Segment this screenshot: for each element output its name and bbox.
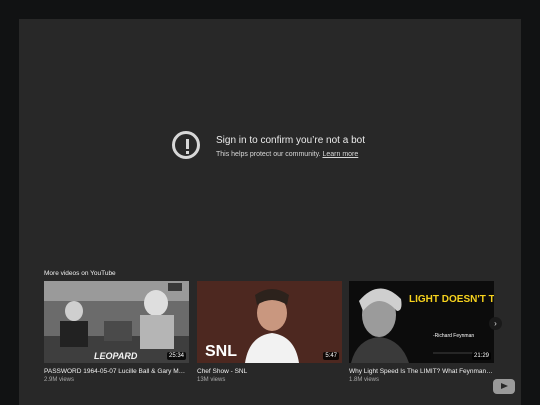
- notice-subtitle: This helps protect our community. Learn …: [216, 151, 358, 158]
- learn-more-link[interactable]: Learn more: [322, 151, 358, 158]
- video-card[interactable]: SNL 5:47 Chef Show - SNL 13M views: [197, 281, 342, 383]
- video-thumbnail[interactable]: SNL 5:47: [197, 281, 342, 363]
- notice-title: Sign in to confirm you’re not a bot: [216, 135, 365, 146]
- thumb-caption: SNL: [205, 343, 237, 360]
- alert-circle-icon: [172, 131, 200, 159]
- chevron-right-icon[interactable]: ›: [489, 317, 502, 330]
- video-duration: 5:47: [323, 352, 339, 360]
- video-title[interactable]: Chef Show - SNL: [197, 368, 341, 375]
- video-title[interactable]: Why Light Speed Is The LIMIT? What Feynm…: [349, 368, 493, 375]
- video-thumbnail[interactable]: LIGHT DOESN'T TRAVEL -Richard Feynman 21…: [349, 281, 494, 363]
- thumb-caption: LIGHT DOESN'T TRAVEL: [409, 294, 494, 305]
- bot-check-notice: Sign in to confirm you’re not a bot This…: [172, 131, 412, 167]
- video-views: 13M views: [197, 377, 226, 383]
- more-videos-heading: More videos on YouTube: [44, 270, 116, 277]
- video-title[interactable]: PASSWORD 1964-05-07 Lucille Ball & Gary …: [44, 368, 188, 375]
- thumb-caption: LEOPARD: [94, 351, 138, 361]
- notice-subtitle-text: This helps protect our community.: [216, 151, 321, 158]
- video-thumbnail[interactable]: LEOPARD 25:34: [44, 281, 189, 363]
- video-card[interactable]: LEOPARD 25:34 PASSWORD 1964-05-07 Lucill…: [44, 281, 189, 383]
- video-views: 2.9M views: [44, 377, 75, 383]
- youtube-logo-icon[interactable]: [493, 379, 515, 394]
- video-views: 1.8M views: [349, 377, 380, 383]
- video-duration: 25:34: [166, 352, 186, 360]
- video-duration: 21:29: [471, 352, 491, 360]
- video-card[interactable]: LIGHT DOESN'T TRAVEL -Richard Feynman 21…: [349, 281, 494, 383]
- thumb-subcaption: -Richard Feynman: [433, 333, 474, 339]
